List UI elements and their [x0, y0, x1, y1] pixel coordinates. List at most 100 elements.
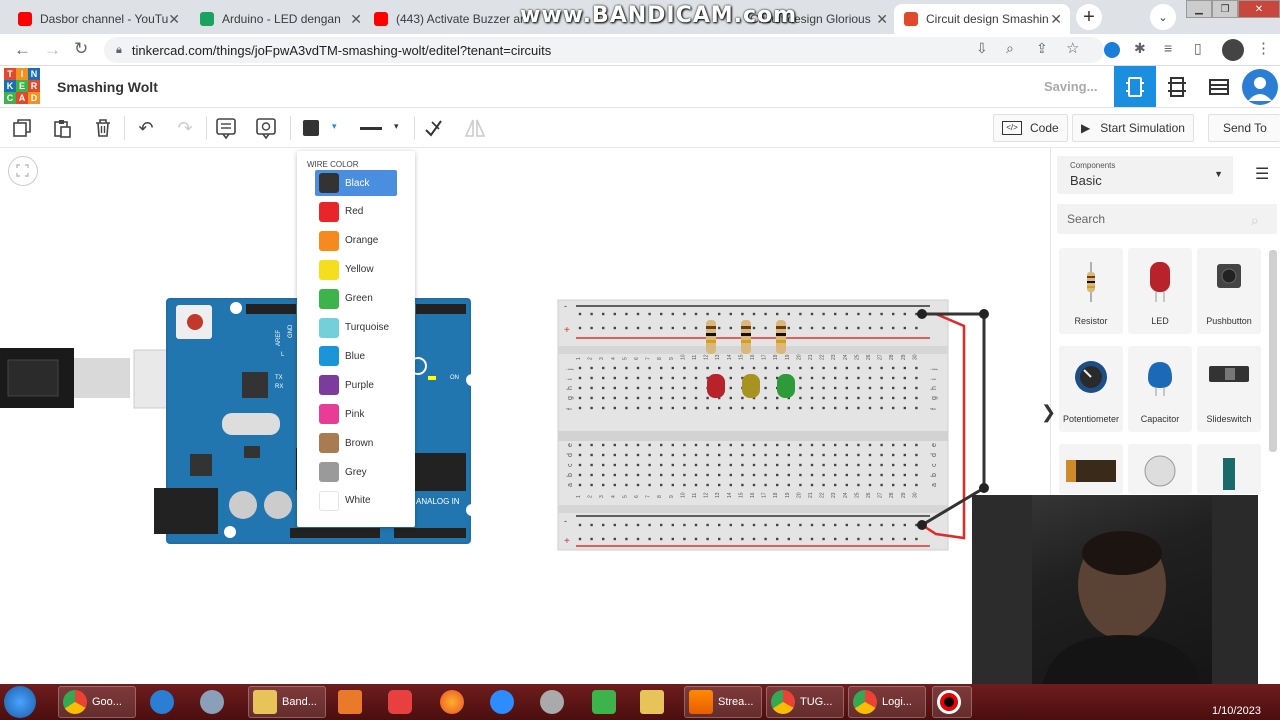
taskbar-recorder[interactable]: [388, 686, 418, 718]
taskbar-zoom[interactable]: [490, 686, 520, 718]
mirror-icon[interactable]: [463, 116, 487, 140]
schematic-view-button[interactable]: [1156, 66, 1198, 107]
browser-tab-arduino[interactable]: Arduino - LED dengan ✕: [190, 4, 370, 34]
taskbar-vlc[interactable]: Strea...: [684, 686, 762, 718]
send-to-button[interactable]: Send To: [1208, 114, 1280, 142]
minimize-button[interactable]: ▁: [1186, 0, 1212, 18]
component-battery-aa[interactable]: [1197, 444, 1261, 494]
puzzle-icon[interactable]: ✱: [1134, 40, 1146, 57]
panel-scrollbar[interactable]: [1269, 250, 1277, 452]
close-icon[interactable]: ✕: [168, 11, 180, 28]
notes-icon[interactable]: [214, 116, 238, 140]
taskbar-record[interactable]: [932, 686, 972, 718]
zoom-icon[interactable]: ⌕: [1006, 40, 1014, 57]
list-view-icon[interactable]: ☰: [1255, 164, 1269, 184]
breadboard-row-label: j: [931, 368, 938, 371]
aa-battery-icon: [1223, 458, 1235, 490]
design-name[interactable]: Smashing Wolt: [57, 79, 158, 95]
flip-wire-icon[interactable]: [421, 116, 445, 140]
code-button[interactable]: </> Code: [993, 114, 1068, 142]
browser-tab-buzzer[interactable]: (443) Activate Buzzer ar: [364, 4, 544, 34]
share-icon[interactable]: ⇪: [1036, 40, 1048, 57]
start-simulation-button[interactable]: ▶ Start Simulation: [1072, 114, 1194, 142]
copy-icon[interactable]: [10, 116, 34, 140]
taskbar-media-player[interactable]: [338, 686, 368, 718]
wire-color-option-brown[interactable]: Brown: [315, 430, 397, 456]
component-slideswitch[interactable]: Slideswitch: [1197, 346, 1261, 432]
breadboard-column-label: 5: [622, 357, 628, 360]
delete-icon[interactable]: [91, 116, 115, 140]
new-tab-button[interactable]: +: [1076, 4, 1102, 30]
breadboard-column-label: 22: [820, 492, 826, 498]
taskbar-bandicam[interactable]: Band...: [248, 686, 326, 718]
wire-color-option-grey[interactable]: Grey: [315, 459, 397, 485]
taskbar-webcam[interactable]: [200, 686, 230, 718]
collapse-panel-icon[interactable]: ❯: [1041, 402, 1056, 423]
taskbar-speaker-app[interactable]: [540, 686, 570, 718]
sidepanel-icon[interactable]: ▯: [1194, 40, 1202, 57]
components-category-select[interactable]: Components Basic ▼: [1057, 156, 1233, 194]
wire-color-option-white[interactable]: White: [315, 488, 397, 514]
install-icon[interactable]: ⇩: [976, 40, 988, 57]
circuit-view-button[interactable]: [1114, 66, 1156, 107]
undo-icon[interactable]: ↶: [134, 116, 158, 140]
wire-color-label: Yellow: [345, 264, 374, 276]
close-icon[interactable]: ✕: [1050, 11, 1062, 28]
resistor-icon: [1087, 262, 1095, 302]
maximize-button[interactable]: ❐: [1212, 0, 1238, 18]
profile-avatar[interactable]: [1222, 39, 1244, 61]
component-potentiometer[interactable]: Potentiometer: [1059, 346, 1123, 432]
media-icon[interactable]: ≡: [1164, 40, 1172, 56]
circuit-canvas[interactable]: AREF GND TX RX ON ANALOG IN L 1122334455…: [0, 148, 1050, 684]
back-icon[interactable]: ←: [14, 40, 31, 60]
taskbar-chrome-login[interactable]: Logi...: [848, 686, 926, 718]
wire-color-option-turquoise[interactable]: Turquoise: [315, 315, 397, 341]
breadboard-column-label: 9: [669, 495, 675, 498]
component-resistor[interactable]: Resistor: [1059, 248, 1123, 334]
browser-tab-circuit-smashing[interactable]: Circuit design Smashin ✕: [894, 4, 1070, 34]
wire-color-option-green[interactable]: Green: [315, 286, 397, 312]
breadboard-row-label: a: [567, 483, 574, 487]
paste-icon[interactable]: [50, 116, 74, 140]
wire-color-option-pink[interactable]: Pink: [315, 401, 397, 427]
wire-type-dropdown[interactable]: ▾: [354, 116, 408, 140]
component-coin-battery[interactable]: [1128, 444, 1192, 494]
forward-icon[interactable]: →: [44, 40, 61, 60]
taskbar-ie[interactable]: [150, 686, 180, 718]
tinkercad-logo[interactable]: TIN KER CAD: [4, 68, 40, 104]
component-pushbutton[interactable]: Pushbutton: [1197, 248, 1261, 334]
taskbar-sync[interactable]: [592, 686, 622, 718]
taskbar-chrome-google[interactable]: Goo...: [58, 686, 136, 718]
breadboard-row-label: a: [931, 483, 938, 487]
url-field[interactable]: 🔒︎ tinkercad.com/things/joFpwA3vdTM-smas…: [104, 37, 1104, 63]
component-search-input[interactable]: Search: [1057, 204, 1277, 234]
wire-color-option-red[interactable]: Red: [315, 199, 397, 225]
wire-color-dropdown[interactable]: ▾: [298, 116, 346, 140]
wire-color-option-black[interactable]: Black: [315, 170, 397, 196]
redo-icon[interactable]: ↷: [173, 116, 197, 140]
extension-icon[interactable]: [1104, 42, 1120, 58]
arduino-label-aref: AREF: [276, 330, 282, 346]
component-capacitor[interactable]: Capacitor: [1128, 346, 1192, 432]
reload-icon[interactable]: ↻: [74, 39, 88, 59]
start-button[interactable]: [4, 686, 50, 718]
bookmark-star-icon[interactable]: ☆: [1066, 39, 1079, 57]
taskbar-chrome-tug[interactable]: TUG...: [766, 686, 844, 718]
user-avatar[interactable]: [1242, 69, 1278, 105]
wire-color-option-purple[interactable]: Purple: [315, 372, 397, 398]
tab-search-icon[interactable]: ⌄: [1150, 4, 1176, 30]
taskbar-files[interactable]: [640, 686, 670, 718]
component-battery[interactable]: [1059, 444, 1123, 494]
taskbar-firefox[interactable]: [440, 686, 470, 718]
close-icon[interactable]: ✕: [876, 11, 888, 28]
component-led[interactable]: LED: [1128, 248, 1192, 334]
browser-tab-youtube-studio[interactable]: Dasbor channel - YouTu ✕: [8, 4, 188, 34]
close-icon[interactable]: ✕: [350, 11, 362, 28]
wire-color-option-yellow[interactable]: Yellow: [315, 257, 397, 283]
wire-color-option-blue[interactable]: Blue: [315, 343, 397, 369]
menu-icon[interactable]: ⋮: [1256, 39, 1271, 57]
wire-color-option-orange[interactable]: Orange: [315, 228, 397, 254]
close-window-button[interactable]: ✕: [1238, 0, 1280, 18]
component-list-button[interactable]: [1198, 66, 1240, 107]
toggle-notes-icon[interactable]: [254, 116, 278, 140]
